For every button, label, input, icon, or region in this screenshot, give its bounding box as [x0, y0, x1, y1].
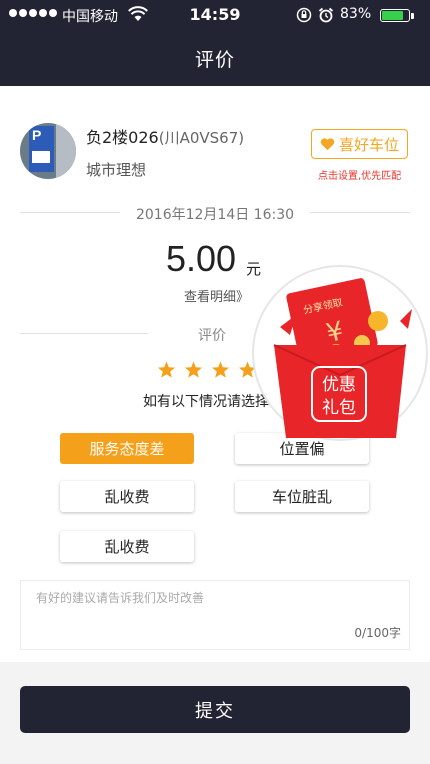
payment-amount: 5.00 [166, 238, 237, 279]
submit-button[interactable]: 提交 [20, 686, 410, 733]
star-rating[interactable] [157, 361, 257, 379]
favorite-hint: 点击设置,优先匹配 [318, 171, 402, 182]
promo-badge-line1: 优惠 [322, 375, 356, 395]
tag-overcharge-2[interactable]: 乱收费 [60, 531, 194, 562]
plate-number: (川A0VS67) [158, 129, 245, 147]
battery-icon [380, 9, 410, 22]
parking-lot-avatar: P [20, 123, 76, 179]
battery-nub [411, 13, 414, 19]
order-date: 2016年12月14日 16:30 [135, 207, 295, 223]
rating-title: 评价 [198, 328, 226, 344]
nav-bar: 评价 [0, 30, 430, 86]
favorite-spot-label: 喜好车位 [338, 135, 399, 154]
coin [368, 311, 388, 331]
comment-placeholder: 有好的建议请告诉我们及时改善 [36, 591, 205, 605]
promo-badge-line2: 礼包 [322, 398, 356, 418]
tag-bad-service[interactable]: 服务态度差 [60, 433, 194, 464]
char-counter: 0/100字 [354, 626, 401, 640]
star-icon[interactable] [157, 361, 176, 379]
battery-percentage: 83% [340, 6, 372, 22]
spot-label: 负2楼026 [86, 128, 159, 147]
red-envelope-icon[interactable]: 分享领取 ¥ 优惠 礼包 [250, 263, 430, 443]
heart-icon [320, 138, 335, 151]
tag-dirty-spot[interactable]: 车位脏乱 [235, 481, 369, 512]
status-bar: 中国移动 14:59 83% [0, 0, 430, 30]
parking-lot-name: 城市理想 [86, 161, 147, 179]
page-title: 评价 [194, 48, 235, 71]
tag-overcharge[interactable]: 乱收费 [60, 481, 194, 512]
lock-rotation-icon [296, 7, 312, 23]
view-details-link[interactable]: 查看明细》 [184, 286, 249, 305]
parking-spot-name: 负2楼026(川A0VS67) [86, 124, 244, 148]
alarm-icon [318, 7, 334, 23]
comment-input[interactable]: 有好的建议请告诉我们及时改善 0/100字 [20, 580, 410, 650]
star-icon[interactable] [211, 361, 230, 379]
submit-label: 提交 [195, 700, 235, 722]
favorite-spot-button[interactable]: 喜好车位 [311, 129, 408, 159]
star-icon[interactable] [184, 361, 203, 379]
